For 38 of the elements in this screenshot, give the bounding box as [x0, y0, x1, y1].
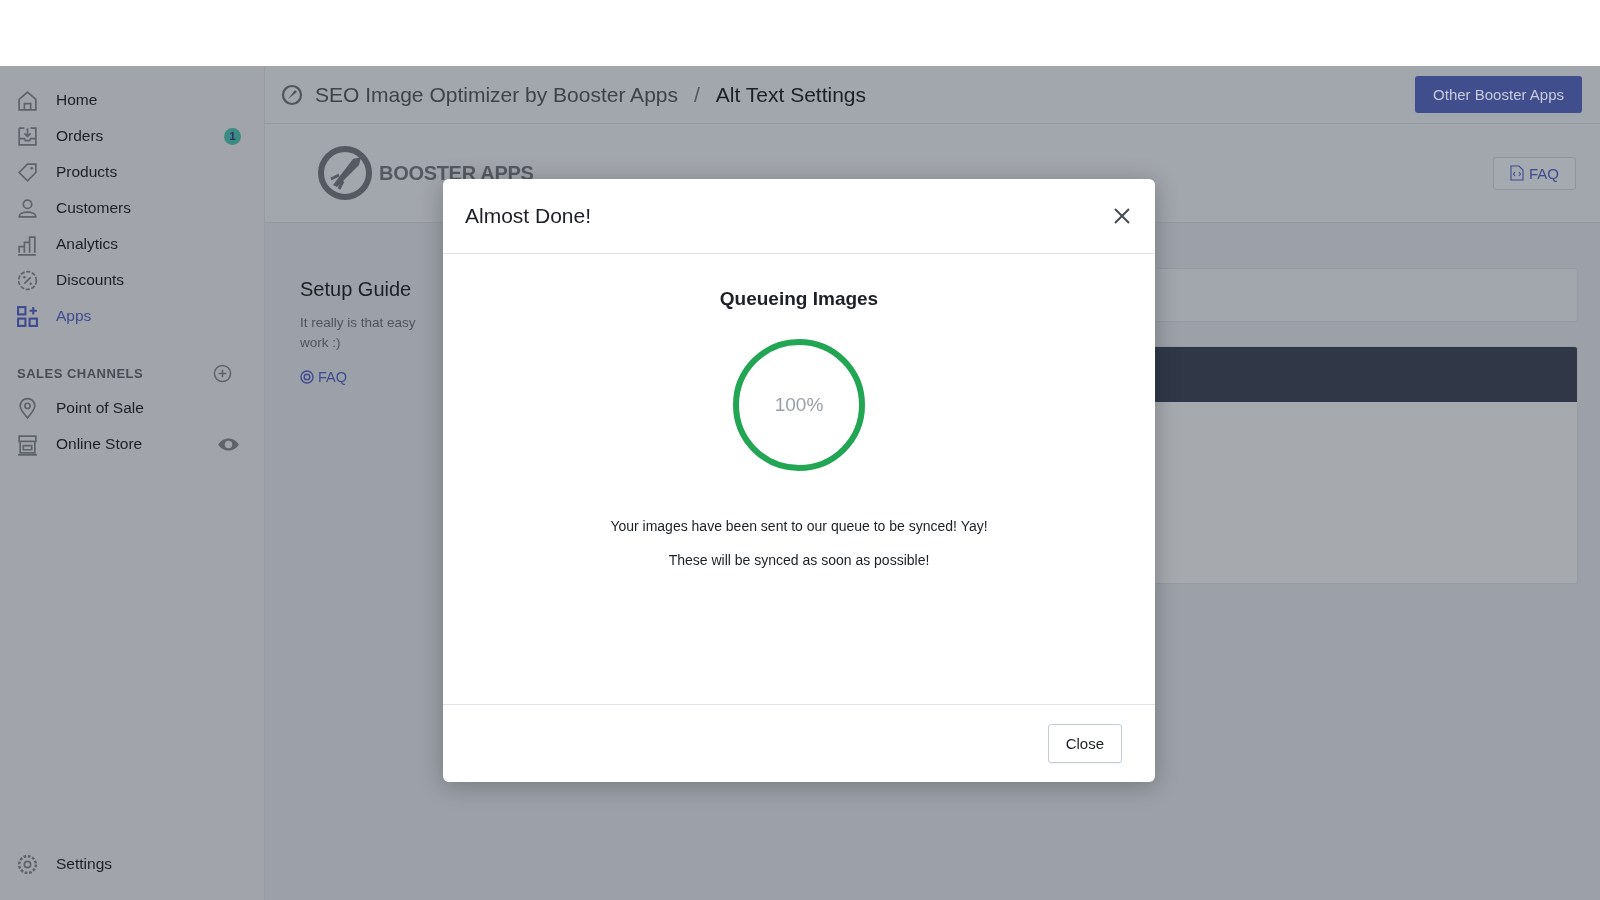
code-file-icon: [1510, 165, 1524, 181]
person-icon: [16, 196, 39, 220]
storefront-icon: [16, 432, 39, 456]
apps-grid-icon: [16, 304, 39, 328]
sidebar-item[interactable]: Orders 1: [0, 118, 264, 154]
sidebar-item[interactable]: Point of Sale: [0, 390, 264, 426]
percent-badge-icon: [16, 268, 39, 292]
sidebar-item[interactable]: Analytics: [0, 226, 264, 262]
page-title: Alt Text Settings: [715, 82, 867, 107]
settings-icon: [16, 852, 39, 876]
sidebar-item[interactable]: Online Store: [0, 426, 264, 462]
inbox-icon: [16, 124, 39, 148]
description-text: work :): [300, 334, 342, 352]
progress-percentage: 100%: [773, 393, 825, 417]
section-title: Setup Guide: [300, 278, 413, 301]
home-icon: [16, 88, 39, 112]
lifebuoy-icon: [300, 370, 314, 384]
sidebar-item[interactable]: Apps: [0, 298, 264, 334]
map-pin-icon: [16, 396, 39, 420]
description-text: It really is that easy: [300, 314, 417, 332]
progress-heading: Queueing Images: [719, 288, 879, 310]
tag-icon: [16, 160, 39, 184]
close-button[interactable]: Close: [1047, 724, 1122, 763]
notification-badge: 1: [224, 127, 241, 145]
sidebar-item[interactable]: Settings: [0, 846, 264, 882]
faq-button[interactable]: FAQ: [1493, 156, 1576, 190]
sidebar-item[interactable]: Home: [0, 82, 264, 118]
other-apps-button[interactable]: Other Booster Apps: [1415, 76, 1582, 113]
breadcrumb-link[interactable]: SEO Image Optimizer by Booster Apps: [315, 82, 678, 107]
add-icon[interactable]: [213, 363, 232, 383]
section-title: SALES CHANNELS: [17, 365, 144, 381]
modal-title: Almost Done!: [465, 204, 592, 228]
breadcrumb-separator: /: [694, 82, 700, 107]
sidebar-item[interactable]: Products: [0, 154, 264, 190]
sidebar-item[interactable]: Discounts: [0, 262, 264, 298]
message-text: These will be synced as soon as possible!: [668, 552, 930, 568]
message-text: Your images have been sent to our queue to be synced! Yay!: [610, 518, 988, 534]
sidebar-item[interactable]: Customers: [0, 190, 264, 226]
